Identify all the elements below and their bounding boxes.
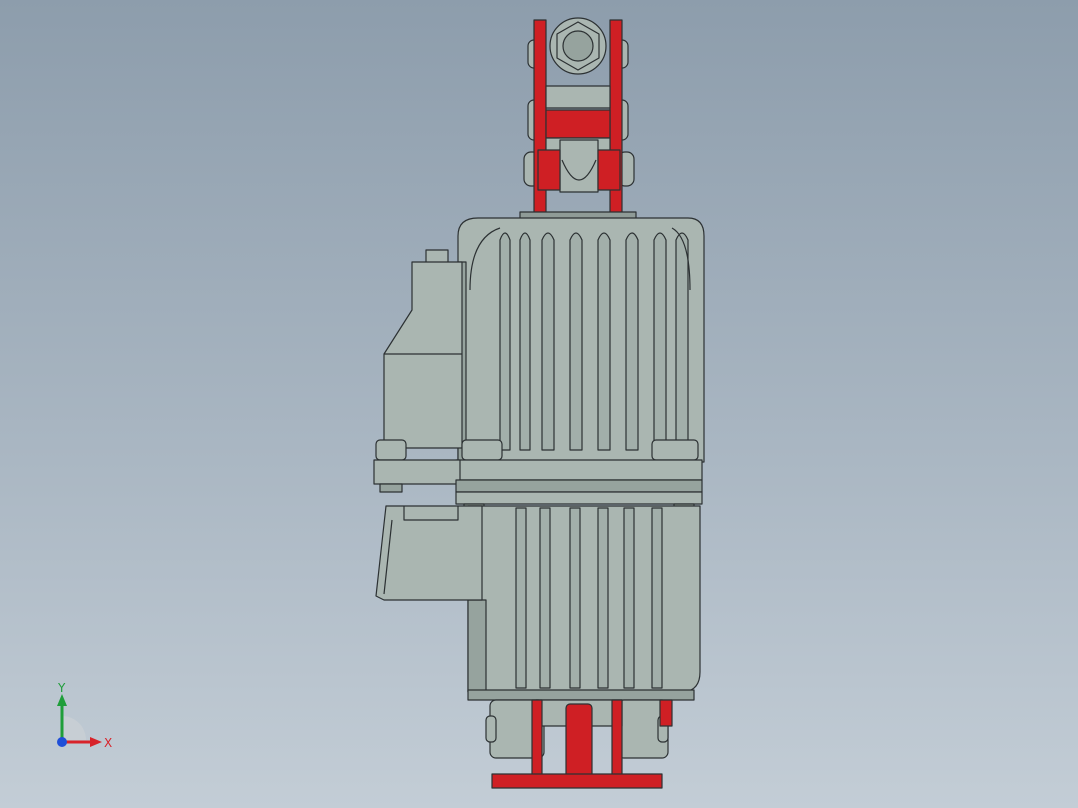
x-axis-arrow: [90, 737, 102, 747]
y-axis-label: Y: [57, 681, 66, 695]
lower-housing: [375, 505, 701, 701]
x-axis-label: X: [104, 736, 112, 750]
y-axis-arrow: [57, 694, 67, 706]
upper-housing: [457, 217, 705, 463]
hydraulic-thruster-model[interactable]: [0, 0, 1078, 808]
bottom-clevis: [485, 699, 673, 789]
coordinate-triad: Y X: [57, 681, 112, 750]
cad-viewport[interactable]: Y X: [0, 0, 1078, 808]
z-axis-dot: [57, 737, 67, 747]
top-bolt: [549, 17, 607, 75]
